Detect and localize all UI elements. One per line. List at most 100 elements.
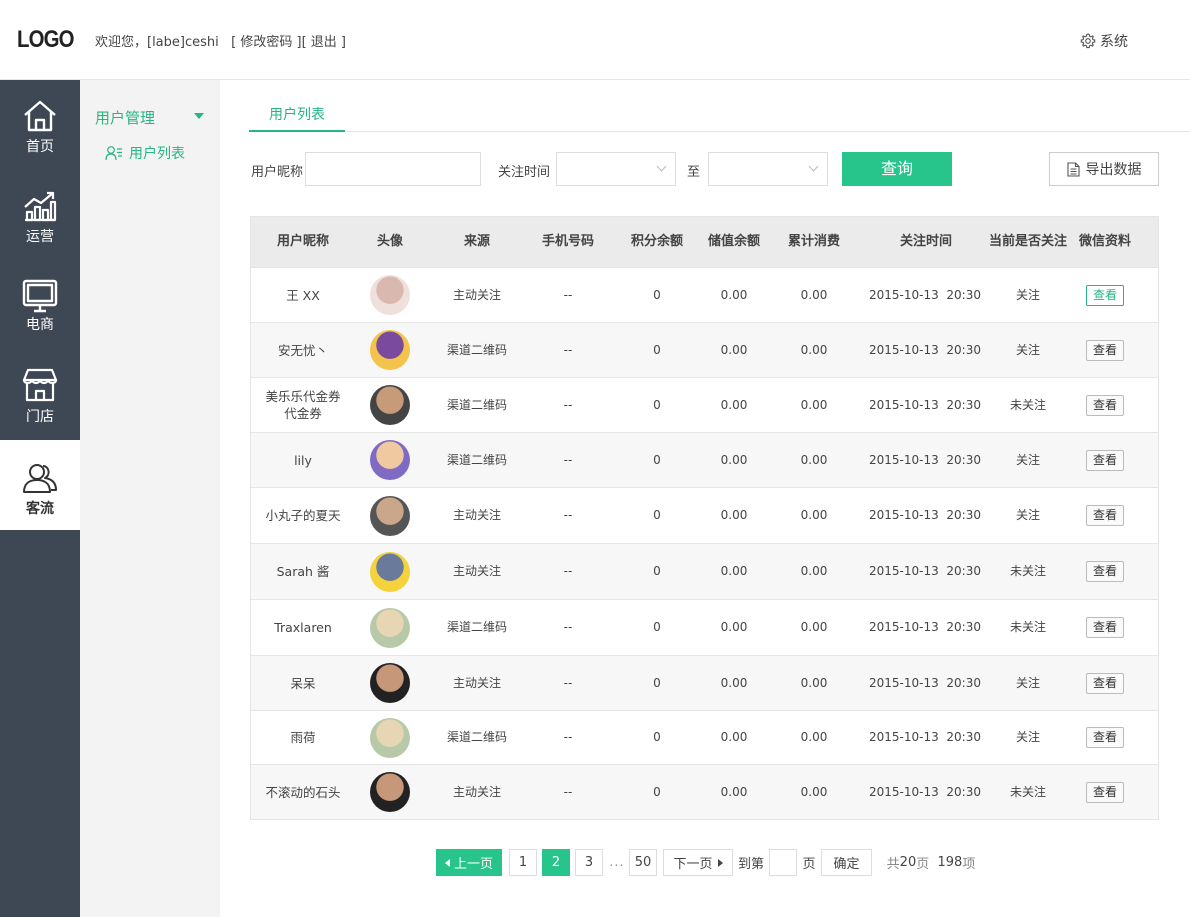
next-page-button[interactable]: 下一页	[663, 849, 733, 876]
query-button[interactable]: 查询	[842, 152, 952, 186]
nav-item-home[interactable]: 首页	[0, 80, 80, 170]
nav-label-store: 门店	[26, 409, 54, 425]
nickname-label: 用户昵称	[251, 165, 304, 180]
total-pages: 20	[899, 855, 917, 870]
sub-nav: 用户管理 用户列表	[80, 80, 220, 917]
follow-time-label: 关注时间	[498, 165, 551, 180]
spent-cell: 0.00	[800, 287, 828, 302]
spent-cell: 0.00	[800, 508, 828, 522]
store-icon	[22, 368, 58, 402]
table-row: 雨荷 渠道二维码 -- 0 0.00 0.00 2015-10-13 20:30 关注 查看	[251, 710, 1158, 764]
goto-page-input[interactable]	[769, 849, 797, 876]
balance-cell: 0.00	[720, 287, 748, 302]
spent-cell: 0.00	[800, 730, 828, 744]
following-cell: 关注	[1015, 730, 1040, 744]
points-cell: 0	[653, 397, 661, 412]
action-cell: 查看	[1070, 544, 1140, 599]
follow-time-cell: 2015-10-13 20:30	[869, 784, 981, 799]
nav-label-operations: 运营	[26, 229, 54, 245]
subnav-item-label: 用户列表	[129, 146, 185, 162]
tab-user-list[interactable]: 用户列表	[249, 98, 345, 132]
start-date-select[interactable]	[556, 152, 676, 186]
follow-time-cell: 2015-10-13 20:30	[869, 564, 981, 578]
end-date-select[interactable]	[708, 152, 828, 186]
points-cell: 0	[653, 342, 661, 357]
balance-cell: 0.00	[720, 730, 748, 744]
view-button[interactable]: 查看	[1086, 505, 1124, 526]
col-header-nickname: 用户昵称	[276, 234, 329, 249]
subnav-item-user-list[interactable]: 用户列表	[105, 143, 185, 163]
balance-cell: 0.00	[720, 564, 748, 578]
table-row: lily 渠道二维码 -- 0 0.00 0.00 2015-10-13 20:30 关注 查看	[251, 432, 1158, 487]
following-cell: 未关注	[1009, 784, 1046, 799]
following-cell: 关注	[1015, 675, 1040, 690]
nickname-cell: 美乐乐代金券代金券	[265, 389, 341, 421]
view-button[interactable]: 查看	[1086, 449, 1124, 471]
action-cell: 查看	[1070, 765, 1140, 819]
confirm-button[interactable]: 确定	[821, 849, 872, 876]
system-label: 系统	[1100, 34, 1128, 50]
balance-cell: 0.00	[720, 342, 748, 357]
total-items-unit: 项	[962, 857, 976, 872]
spent-cell: 0.00	[800, 620, 828, 634]
prev-page-button[interactable]: 上一页	[436, 849, 502, 876]
action-cell: 查看	[1070, 268, 1140, 322]
following-cell: 未关注	[1009, 620, 1046, 634]
view-button[interactable]: 查看	[1086, 672, 1124, 694]
view-button[interactable]: 查看	[1086, 284, 1124, 306]
table-row: 王 XX 主动关注 -- 0 0.00 0.00 2015-10-13 20:30 关注 查看	[251, 267, 1158, 322]
view-button[interactable]: 查看	[1086, 781, 1124, 803]
follow-time-cell: 2015-10-13 20:30	[869, 620, 981, 634]
avatar-cell	[355, 488, 425, 543]
view-button[interactable]: 查看	[1086, 339, 1124, 361]
nickname-input[interactable]	[305, 152, 481, 186]
phone-cell: --	[563, 564, 573, 578]
system-button[interactable]: 系统	[1080, 31, 1128, 51]
view-button[interactable]: 查看	[1086, 727, 1124, 748]
logout-link[interactable]: [ 退出 ]	[302, 35, 346, 50]
points-cell: 0	[653, 452, 661, 467]
welcome-bar: 欢迎您，[labe]ceshi [ 修改密码 ][ 退出 ]	[95, 31, 346, 50]
page-button[interactable]: 1	[509, 849, 537, 876]
spent-cell: 0.00	[800, 564, 828, 578]
nickname-cell: Traxlaren	[274, 620, 332, 635]
points-cell: 0	[653, 675, 661, 690]
nickname-cell: 不滚动的石头	[265, 784, 341, 800]
total-prefix: 共	[886, 857, 900, 872]
change-password-link[interactable]: [ 修改密码 ]	[231, 35, 301, 50]
nav-label-home: 首页	[26, 139, 54, 155]
page-button[interactable]: 3	[575, 849, 603, 876]
view-button[interactable]: 查看	[1086, 394, 1124, 416]
points-cell: 0	[653, 287, 661, 302]
nav-item-store[interactable]: 门店	[0, 350, 80, 440]
source-cell: 主动关注	[452, 508, 501, 522]
logo: LOGO	[17, 26, 75, 53]
nav-item-ecommerce[interactable]: 电商	[0, 260, 80, 350]
page-button-last[interactable]: 50	[629, 849, 657, 876]
export-button[interactable]: 导出数据	[1049, 152, 1159, 186]
avatar-cell	[355, 268, 425, 322]
nav-item-operations[interactable]: 运营	[0, 170, 80, 260]
spent-cell: 0.00	[800, 397, 828, 412]
table-row: 美乐乐代金券代金券 渠道二维码 -- 0 0.00 0.00 2015-10-13 20:3…	[251, 377, 1158, 432]
avatar-cell	[355, 544, 425, 599]
balance-cell: 0.00	[720, 675, 748, 690]
balance-cell: 0.00	[720, 784, 748, 799]
home-icon	[24, 100, 56, 132]
nav-item-traffic[interactable]: 客流	[0, 440, 80, 530]
page-button-current[interactable]: 2	[542, 849, 570, 876]
phone-cell: --	[563, 784, 573, 799]
phone-cell: --	[563, 675, 573, 690]
document-icon	[1066, 161, 1080, 177]
user-list-icon	[105, 146, 122, 161]
caret-left-icon	[444, 858, 450, 867]
avatar	[370, 663, 410, 703]
action-cell: 查看	[1070, 433, 1140, 487]
subnav-group-user-management[interactable]: 用户管理	[95, 107, 155, 128]
view-button[interactable]: 查看	[1086, 561, 1124, 582]
nav-label-traffic: 客流	[26, 501, 54, 517]
view-button[interactable]: 查看	[1086, 617, 1124, 638]
following-cell: 关注	[1015, 287, 1040, 302]
prev-page-label: 上一页	[453, 857, 493, 872]
col-header-following: 当前是否关注	[988, 234, 1067, 249]
